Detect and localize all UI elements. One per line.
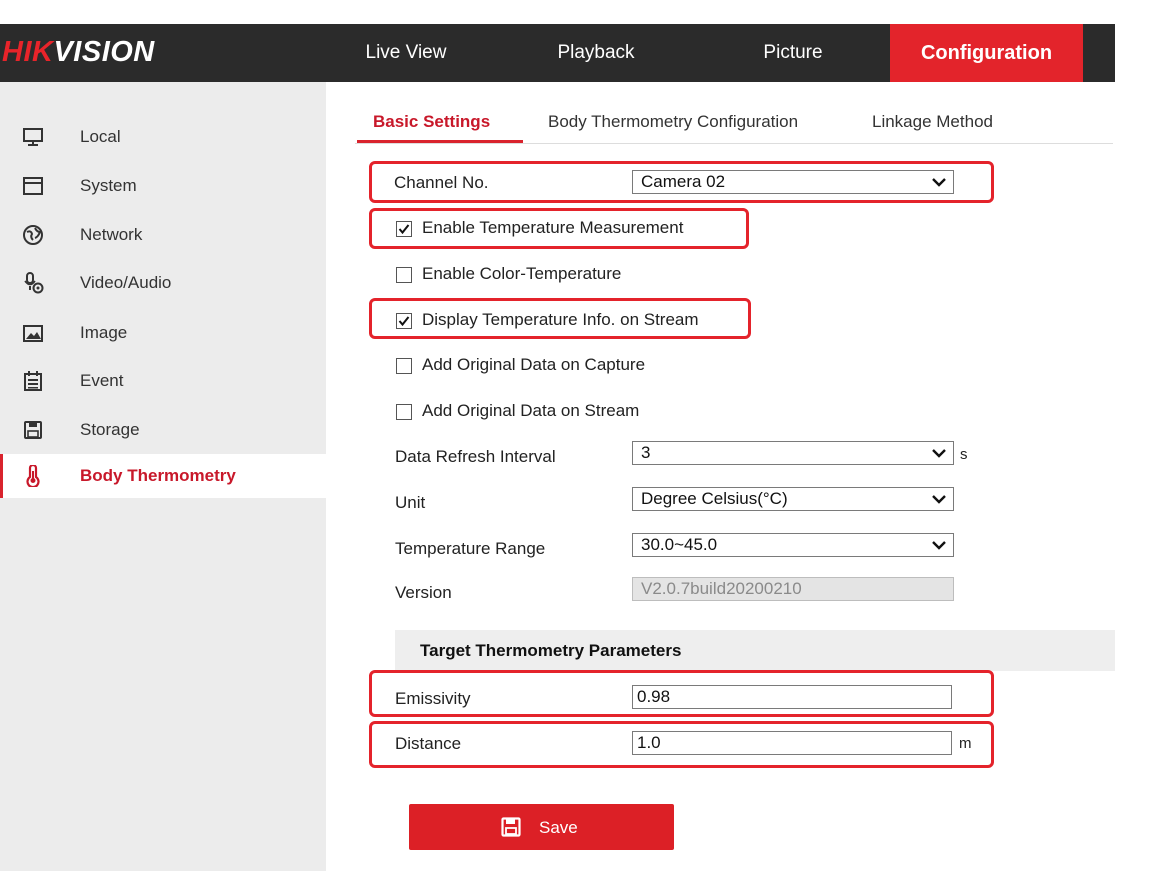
version-field: V2.0.7build20200210 xyxy=(632,577,954,601)
refresh-interval-label: Data Refresh Interval xyxy=(395,447,556,466)
window-icon xyxy=(23,177,43,195)
nav-live-view[interactable]: Live View xyxy=(336,24,476,82)
target-parameters-header: Target Thermometry Parameters xyxy=(395,630,1115,671)
sidebar-item-local[interactable]: Local xyxy=(0,115,326,159)
sidebar-item-body-thermometry[interactable]: Body Thermometry xyxy=(0,454,326,498)
nav-configuration[interactable]: Configuration xyxy=(890,24,1083,82)
save-button[interactable]: Save xyxy=(409,804,674,850)
floppy-icon xyxy=(24,421,42,439)
checkbox-label: Add Original Data on Stream xyxy=(422,401,640,420)
sidebar-item-system[interactable]: System xyxy=(0,164,326,208)
enable-temperature-measurement-checkbox[interactable] xyxy=(396,221,412,237)
checkbox-label: Display Temperature Info. on Stream xyxy=(422,310,699,329)
unit-value: Degree Celsius(°C) xyxy=(641,489,788,508)
refresh-interval-select[interactable]: 3 xyxy=(632,441,954,465)
checkbox-label: Add Original Data on Capture xyxy=(422,355,646,374)
temperature-range-value: 30.0~45.0 xyxy=(641,535,718,554)
sidebar: Local System Network Video/Audio Image E… xyxy=(0,82,326,871)
sidebar-item-label: Storage xyxy=(80,420,140,439)
unit-select[interactable]: Degree Celsius(°C) xyxy=(632,487,954,511)
checkmark-icon xyxy=(398,316,410,327)
sidebar-item-label: System xyxy=(80,176,137,195)
nav-playback[interactable]: Playback xyxy=(526,24,666,82)
enable-color-temperature-checkbox[interactable] xyxy=(396,267,412,283)
sidebar-item-image[interactable]: Image xyxy=(0,311,326,355)
temperature-range-select[interactable]: 30.0~45.0 xyxy=(632,533,954,557)
add-original-data-stream-checkbox[interactable] xyxy=(396,404,412,420)
chevron-down-icon xyxy=(932,449,946,458)
sidebar-item-video-audio[interactable]: Video/Audio xyxy=(0,261,326,305)
temperature-range-label: Temperature Range xyxy=(395,539,546,558)
nav-picture[interactable]: Picture xyxy=(723,24,863,82)
sidebar-item-event[interactable]: Event xyxy=(0,359,326,403)
top-nav-bar: HIKVISION Live View Playback Picture Con… xyxy=(0,24,1115,82)
section-title: Target Thermometry Parameters xyxy=(420,641,682,660)
active-indicator xyxy=(0,454,3,498)
sidebar-item-storage[interactable]: Storage xyxy=(0,408,326,452)
refresh-interval-value: 3 xyxy=(641,443,651,462)
display-temperature-info-checkbox[interactable] xyxy=(396,313,412,329)
distance-label: Distance xyxy=(395,734,462,753)
channel-select[interactable]: Camera 02 xyxy=(632,170,954,194)
floppy-icon xyxy=(501,817,521,837)
thermometer-icon xyxy=(26,465,40,487)
globe-icon xyxy=(23,225,43,245)
checkbox-label: Enable Color-Temperature xyxy=(422,264,622,283)
monitor-icon xyxy=(23,128,43,146)
chevron-down-icon xyxy=(932,541,946,550)
hikvision-logo: HIKVISION xyxy=(2,36,155,68)
tab-linkage-method[interactable]: Linkage Method xyxy=(872,112,993,132)
refresh-unit: s xyxy=(960,446,968,463)
sidebar-item-label: Event xyxy=(80,371,124,390)
version-label: Version xyxy=(395,583,452,602)
distance-unit: m xyxy=(959,735,972,752)
sidebar-item-label: Network xyxy=(80,225,143,244)
sidebar-item-label: Video/Audio xyxy=(80,273,172,292)
add-original-data-capture-checkbox[interactable] xyxy=(396,358,412,374)
emissivity-input[interactable]: 0.98 xyxy=(632,685,952,709)
chevron-down-icon xyxy=(932,178,946,187)
sidebar-item-label: Local xyxy=(80,127,121,146)
channel-label: Channel No. xyxy=(394,173,489,192)
channel-value: Camera 02 xyxy=(641,172,726,191)
active-tab-underline xyxy=(357,140,523,143)
checkmark-icon xyxy=(398,224,410,235)
checkbox-label: Enable Temperature Measurement xyxy=(422,218,684,237)
sidebar-item-label: Image xyxy=(80,323,128,342)
tabs-divider xyxy=(355,143,1113,144)
image-icon xyxy=(23,325,43,342)
calendar-icon xyxy=(24,371,42,391)
emissivity-label: Emissivity xyxy=(395,689,471,708)
unit-label: Unit xyxy=(395,493,426,512)
sidebar-item-label: Body Thermometry xyxy=(80,466,236,485)
tab-basic-settings[interactable]: Basic Settings xyxy=(373,112,490,132)
distance-input[interactable]: 1.0 xyxy=(632,731,952,755)
save-label: Save xyxy=(539,818,578,837)
microphone-icon xyxy=(24,272,44,294)
sidebar-item-network[interactable]: Network xyxy=(0,213,326,257)
chevron-down-icon xyxy=(932,495,946,504)
tab-body-thermometry-configuration[interactable]: Body Thermometry Configuration xyxy=(548,112,798,132)
top-margin xyxy=(0,0,1176,24)
